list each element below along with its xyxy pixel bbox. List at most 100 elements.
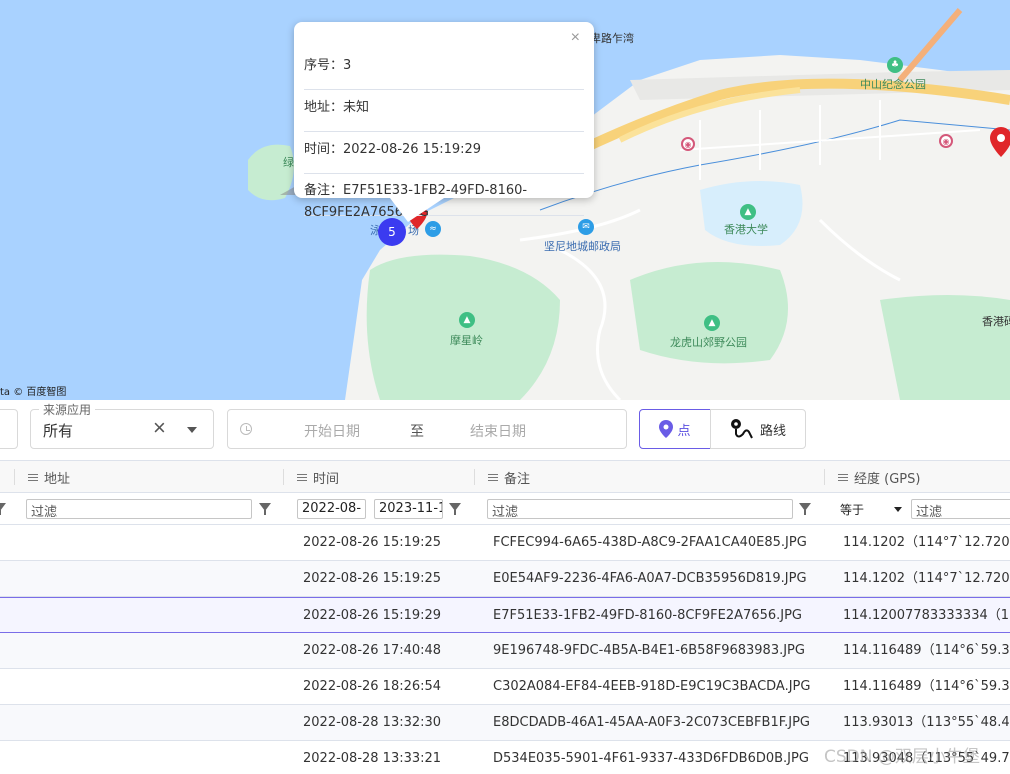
post-office-poi-icon[interactable]: ✉ (578, 219, 594, 235)
date-range-separator: 至 (410, 424, 424, 440)
longitude-filter-input[interactable]: 过滤 (911, 499, 1010, 519)
column-separator[interactable] (283, 469, 284, 485)
cell-time: 2022-08-26 15:19:29 (303, 608, 442, 623)
cell-longitude: 113.93013（113°55`48.4680 (843, 715, 1010, 730)
map-view[interactable]: 卑路乍湾 中山纪念公园 香港大学 坚尼地城邮政局 摩星岭 龙虎山郊野公园 香港码… (0, 0, 1010, 400)
header-note-label: 备注 (504, 471, 531, 487)
address-filter-input[interactable]: 过滤 (26, 499, 252, 519)
column-menu-icon[interactable] (28, 472, 38, 483)
grid-header: 地址 时间 备注 经度 (GPS) (0, 461, 1010, 493)
table-row[interactable]: 2022-08-28 13:32:30 E8DCDADB-46A1-45AA-A… (0, 705, 1010, 741)
country-park-poi-icon[interactable]: ▲ (704, 315, 720, 331)
column-menu-icon[interactable] (297, 472, 307, 483)
cell-note: 9E196748-9FDC-4B5A-B4E1-6B58F9683983.JPG (493, 643, 805, 658)
left-partial-field[interactable] (0, 409, 18, 449)
cell-longitude: 114.1202（114°7`12.7200"） (843, 571, 1010, 586)
cell-longitude: 114.1202（114°7`12.7200"） (843, 535, 1010, 550)
dropdown-caret-icon[interactable] (187, 427, 197, 433)
popup-address: 地址：未知 (304, 96, 584, 132)
source-app-value: 所有 (43, 422, 74, 440)
column-separator[interactable] (474, 469, 475, 485)
column-menu-icon[interactable] (838, 472, 848, 483)
header-note[interactable]: 备注 (488, 461, 530, 493)
cell-note: E8DCDADB-46A1-45AA-A0F3-2C073CEBFB1F.JPG (493, 715, 810, 730)
map-label-hk-right: 香港码 (982, 315, 1010, 328)
mountain-poi-icon[interactable]: ▲ (459, 312, 475, 328)
header-address-label: 地址 (44, 471, 71, 487)
table-row-selected[interactable]: 2022-08-26 15:19:29 E7F51E33-1FB2-49FD-8… (0, 597, 1010, 633)
dropdown-caret-icon[interactable] (894, 507, 902, 512)
map-label-road: 卑路乍湾 (590, 32, 634, 45)
table-row[interactable]: 2022-08-26 15:19:25 E0E54AF9-2236-4FA6-A… (0, 561, 1010, 597)
map-label-zhongshan-park: 中山纪念公园 (860, 78, 926, 91)
route-mode-label: 路线 (759, 423, 786, 439)
header-longitude[interactable]: 经度 (GPS) (838, 461, 920, 493)
time-from-filter-input[interactable]: 2022-08- (297, 499, 366, 519)
marker-info-popup: × 序号：3 地址：未知 时间：2022-08-26 15:19:29 备注：E… (294, 22, 594, 222)
cell-note: C302A084-EF84-4EEB-918D-E9C19C3BACDA.JPG (493, 679, 811, 694)
map-pin-icon[interactable] (990, 127, 1010, 157)
popup-note-line1: 备注：E7F51E33-1FB2-49FD-8160- (304, 183, 528, 198)
popup-seq: 序号：3 (304, 54, 584, 90)
cell-time: 2022-08-28 13:33:21 (303, 751, 442, 766)
header-time[interactable]: 时间 (297, 461, 339, 493)
point-mode-button[interactable]: 点 (639, 409, 711, 449)
source-app-legend: 来源应用 (39, 401, 96, 418)
table-row[interactable]: 2022-08-26 18:26:54 C302A084-EF84-4EEB-9… (0, 669, 1010, 705)
filter-funnel-icon[interactable] (0, 503, 6, 515)
metro-poi-icon[interactable]: ◉ (939, 134, 953, 148)
map-label-hku: 香港大学 (724, 223, 768, 236)
university-poi-icon[interactable]: ▲ (740, 204, 756, 220)
date-start-input[interactable]: 开始日期 (304, 421, 360, 441)
header-time-label: 时间 (313, 471, 340, 487)
time-to-filter-input[interactable]: 2023-11-1 (374, 499, 443, 519)
clear-icon[interactable]: × (153, 416, 166, 440)
cell-time: 2022-08-26 15:19:25 (303, 571, 442, 586)
cell-note: FCFEC994-6A65-438D-A8C9-2FAA1CA40E85.JPG (493, 535, 807, 550)
cell-time: 2022-08-26 18:26:54 (303, 679, 442, 694)
filter-funnel-icon[interactable] (259, 503, 271, 515)
cell-time: 2022-08-26 15:19:25 (303, 535, 442, 550)
cluster-count: 5 (388, 225, 396, 239)
header-longitude-label: 经度 (GPS) (854, 471, 921, 487)
column-separator[interactable] (824, 469, 825, 485)
filter-funnel-icon[interactable] (449, 503, 461, 515)
cell-note: D534E035-5901-4F61-9337-433D6FDB6D0B.JPG (493, 751, 809, 766)
column-separator[interactable] (14, 469, 15, 485)
close-icon[interactable]: × (571, 30, 580, 46)
metro-poi-icon[interactable]: ◉ (681, 137, 695, 151)
note-filter-input[interactable]: 过滤 (487, 499, 793, 519)
location-pin-icon (659, 420, 674, 438)
cell-longitude: 114.116489（114°6`59.3604 (843, 679, 1010, 694)
cell-longitude: 114.116489（114°6`59.3604 (843, 643, 1010, 658)
cell-time: 2022-08-26 17:40:48 (303, 643, 442, 658)
source-app-select[interactable]: 来源应用 所有 × (30, 401, 214, 449)
date-end-input[interactable]: 结束日期 (470, 421, 526, 441)
park-poi-icon[interactable]: ♣ (887, 57, 903, 73)
map-label-moxingling: 摩星岭 (450, 334, 483, 347)
table-row[interactable]: 2022-08-26 15:19:25 FCFEC994-6A65-438D-A… (0, 525, 1010, 561)
map-label-island: 绿 (283, 156, 294, 169)
header-address[interactable]: 地址 (28, 461, 70, 493)
popup-tail (390, 198, 444, 222)
popup-note: 备注：E7F51E33-1FB2-49FD-8160- 8CF9FE2A7656… (304, 180, 584, 220)
date-range-picker[interactable]: 开始日期 至 结束日期 (227, 409, 627, 449)
route-mode-button[interactable]: 路线 (710, 409, 806, 449)
filter-funnel-icon[interactable] (799, 503, 811, 515)
map-label-longhushan: 龙虎山郊野公园 (670, 336, 747, 349)
watermark: CSDN @双层小牛堡 (824, 747, 980, 767)
longitude-operator-select[interactable]: 等于 (840, 501, 864, 518)
cell-note: E7F51E33-1FB2-49FD-8160-8CF9FE2A7656.JPG (493, 608, 802, 623)
table-row[interactable]: 2022-08-26 17:40:48 9E196748-9FDC-4B5A-B… (0, 633, 1010, 669)
filter-toolbar: 来源应用 所有 × 开始日期 至 结束日期 点 路线 (0, 400, 1010, 460)
map-label-post-office: 坚尼地城邮政局 (544, 240, 621, 253)
cell-longitude: 114.12007783333334（114 (843, 608, 1010, 623)
point-mode-label: 点 (677, 423, 691, 439)
map-copyright: ta © 百度智图 (0, 387, 67, 398)
cell-time: 2022-08-28 13:32:30 (303, 715, 442, 730)
route-icon (730, 419, 753, 439)
column-menu-icon[interactable] (488, 472, 498, 483)
records-grid: 地址 时间 备注 经度 (GPS) 过滤 2022-08- 2023-11-1 … (0, 460, 1010, 774)
popup-time: 时间：2022-08-26 15:19:29 (304, 138, 584, 174)
grid-filter-row: 过滤 2022-08- 2023-11-1 过滤 等于 过滤 (0, 493, 1010, 525)
